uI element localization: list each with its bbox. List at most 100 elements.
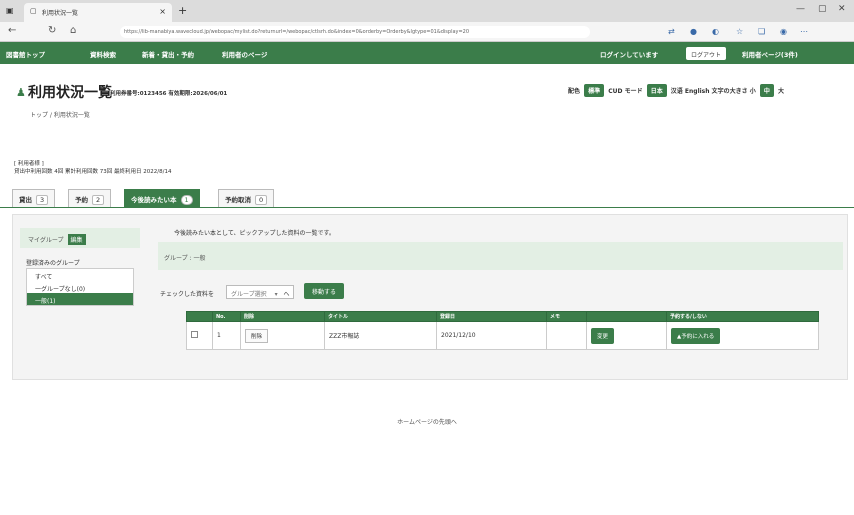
- tab-count: 0: [255, 195, 268, 205]
- extension-icon[interactable]: ●: [690, 27, 697, 36]
- row-checkbox[interactable]: [191, 331, 198, 338]
- browser-tab-bar: ▣ ▢ 利用状況一覧 × + — ▢ ✕: [0, 0, 854, 22]
- cud-button[interactable]: CUD: [608, 88, 622, 95]
- col-delete: 削除: [240, 311, 325, 322]
- group-item-none[interactable]: 一グループなし(0): [27, 281, 133, 293]
- col-title: タイトル: [324, 311, 437, 322]
- login-status: ログインしています: [600, 51, 659, 59]
- card-info: 利用券番号:0123456 有効期限:2026/06/01: [110, 91, 228, 97]
- close-tab-icon[interactable]: ×: [159, 7, 166, 16]
- user-heading: [ 利用者様 ]: [14, 161, 44, 167]
- nav-search[interactable]: 資料検索: [90, 49, 116, 59]
- table-row: 1 削除 ZZZ市報誌 2021/12/10 変更 ▲予約に入れる: [186, 321, 819, 350]
- tab-label: 今後読みたい本: [131, 196, 177, 204]
- collections-icon[interactable]: ❏: [758, 27, 765, 36]
- col-no: No.: [212, 311, 241, 322]
- col-date: 登録日: [436, 311, 547, 322]
- col-check: [186, 311, 213, 322]
- tab-count: 3: [36, 195, 49, 205]
- font-large-button[interactable]: 大: [778, 88, 784, 95]
- memo-change-button[interactable]: 変更: [591, 327, 615, 344]
- nav-library-top[interactable]: 図書館トップ: [6, 49, 45, 59]
- row-delete-cell: 削除: [240, 321, 325, 350]
- row-check-cell: [186, 321, 213, 350]
- list-description: 今後読みたい本として、ピックアップした資料の一覧です。: [174, 230, 335, 237]
- home-icon[interactable]: ⌂: [70, 25, 76, 36]
- chevron-down-icon: ▾: [274, 291, 278, 298]
- user-info: [ 利用者様 ] 貸出中利用回数 4回 累計利用回数 73回 最終利用日 202…: [14, 160, 171, 176]
- url-field[interactable]: https://lib-manabiya.wavecloud.jp/webopa…: [120, 26, 590, 38]
- want-list-table: No. 削除 タイトル 登録日 メモ 予約する/しない 1 削除 ZZZ市報誌 …: [186, 311, 819, 350]
- col-memo-edit: [586, 311, 667, 322]
- mypage-link[interactable]: 利用者ページ(3件): [742, 49, 798, 59]
- group-item-general[interactable]: 一般(1): [27, 293, 133, 305]
- site-nav: 図書館トップ 資料検索 新着・貸出・予約 利用者のページ ログインしています ロ…: [0, 42, 854, 64]
- row-change-cell: 変更: [586, 321, 667, 350]
- window-icon[interactable]: ▣: [6, 6, 14, 15]
- close-window-icon[interactable]: ✕: [838, 4, 846, 14]
- edit-group-button[interactable]: 編集: [67, 234, 86, 245]
- tab-count: 1: [180, 195, 193, 205]
- col-reserve: 予約する/しない: [666, 311, 819, 322]
- tab-underline: [0, 207, 854, 208]
- color-standard-button[interactable]: 標準: [584, 84, 605, 97]
- tab-cancelled[interactable]: 予約取消 0: [218, 189, 275, 207]
- tab-want-to-read[interactable]: 今後読みたい本 1: [124, 189, 200, 207]
- add-reservation-button[interactable]: ▲予約に入れる: [671, 327, 721, 344]
- font-size-label: 文字の大きさ: [711, 88, 748, 95]
- col-memo: メモ: [546, 311, 587, 322]
- user-icon: ♟: [16, 86, 26, 99]
- group-select-value: グループ選択: [231, 291, 267, 298]
- row-reserve-cell: ▲予約に入れる: [666, 321, 819, 350]
- nav-user-page[interactable]: 利用者のページ: [222, 49, 267, 59]
- page-icon: ▢: [30, 7, 37, 15]
- group-list: すべて 一グループなし(0) 一般(1): [26, 268, 134, 306]
- group-select[interactable]: グループ選択 ▾ へ: [226, 285, 294, 299]
- check-label: チェックした資料を: [160, 291, 215, 298]
- mygroup-header: マイグループ 編集: [20, 228, 140, 248]
- translate-icon[interactable]: ⇄: [668, 27, 675, 36]
- tab-label: 予約取消: [225, 196, 251, 204]
- mygroup-label: マイグループ: [28, 237, 64, 244]
- favorite-icon[interactable]: ☆: [736, 27, 743, 36]
- lang-zh-button[interactable]: 汉语: [671, 88, 683, 95]
- logout-button[interactable]: ログアウト: [686, 47, 726, 60]
- row-date: 2021/12/10: [436, 321, 547, 350]
- maximize-icon[interactable]: ▢: [818, 4, 827, 14]
- tab-title: 利用状況一覧: [42, 10, 79, 17]
- lang-ja-button[interactable]: 日本: [646, 84, 667, 97]
- color-label: 配色: [568, 88, 581, 95]
- row-memo: [546, 321, 587, 350]
- select-suffix: へ: [283, 291, 290, 298]
- user-stats: 貸出中利用回数 4回 累計利用回数 73回 最終利用日 2022/8/14: [14, 169, 172, 175]
- font-small-button[interactable]: 小: [750, 88, 756, 95]
- row-no: 1: [212, 321, 241, 350]
- refresh-icon[interactable]: ↻: [48, 25, 56, 36]
- font-medium-button[interactable]: 中: [759, 84, 774, 97]
- profile-icon[interactable]: ◉: [780, 27, 787, 36]
- move-button[interactable]: 移動する: [304, 283, 344, 299]
- tab-label: 予約: [75, 196, 88, 204]
- table-header-row: No. 削除 タイトル 登録日 メモ 予約する/しない: [186, 311, 819, 322]
- group-list-label: 登録済みのグループ: [26, 260, 80, 267]
- new-tab-button[interactable]: +: [178, 4, 187, 17]
- lang-en-button[interactable]: English: [685, 88, 710, 95]
- browser-tab[interactable]: ▢ 利用状況一覧 ×: [24, 3, 172, 22]
- back-icon[interactable]: ←: [8, 25, 16, 36]
- minimize-icon[interactable]: —: [796, 4, 805, 14]
- tab-reservations[interactable]: 予約 2: [68, 189, 112, 207]
- group-item-all[interactable]: すべて: [27, 269, 133, 281]
- back-to-top-link[interactable]: ホームページの先頭へ: [0, 417, 854, 426]
- tab-label: 貸出: [19, 196, 32, 204]
- breadcrumb[interactable]: トップ / 利用状況一覧: [30, 110, 90, 119]
- delete-button[interactable]: 削除: [245, 328, 269, 343]
- tab-loans[interactable]: 貸出 3: [12, 189, 56, 207]
- group-bar: グループ : 一般: [158, 242, 843, 270]
- row-title[interactable]: ZZZ市報誌: [324, 321, 437, 350]
- settings-icon[interactable]: ⋯: [800, 27, 808, 36]
- nav-new-arrivals[interactable]: 新着・貸出・予約: [142, 49, 194, 59]
- accessibility-tools: 配色 標準 CUD モード 日本 汉语 English 文字の大きさ 小 中 大: [568, 84, 784, 97]
- sync-icon[interactable]: ◐: [712, 27, 719, 36]
- contrast-button[interactable]: モード: [625, 88, 643, 95]
- tab-count: 2: [92, 195, 105, 205]
